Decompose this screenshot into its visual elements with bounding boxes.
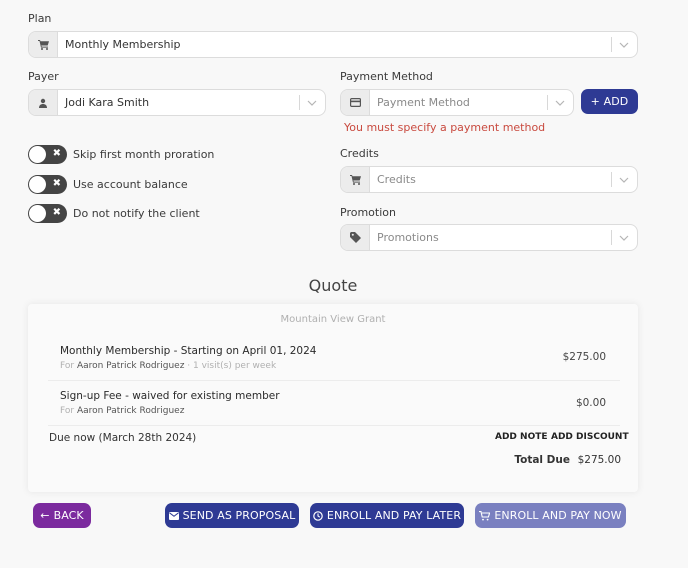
line-item-price: $275.00 xyxy=(562,351,606,363)
payment-method-error: You must specify a payment method xyxy=(344,121,546,134)
payment-method-label: Payment Method xyxy=(340,70,433,83)
quote-line-item: Sign-up Fee - waived for existing member… xyxy=(48,389,620,425)
cart-icon xyxy=(29,32,58,57)
total-due-label: Total Due xyxy=(514,454,570,466)
quote-title: Quote xyxy=(308,276,358,295)
divider xyxy=(48,380,620,381)
chevron-down-icon[interactable] xyxy=(619,177,637,183)
plan-select[interactable]: Monthly Membership xyxy=(28,31,638,58)
line-item-subtitle: For Aaron Patrick Rodriguez xyxy=(60,406,184,416)
promotion-select[interactable]: Promotions xyxy=(340,224,638,251)
send-as-proposal-button[interactable]: SEND AS PROPOSAL xyxy=(165,503,299,528)
use-balance-toggle[interactable]: ✖ xyxy=(28,175,67,194)
credits-placeholder: Credits xyxy=(377,173,416,186)
credits-select[interactable]: Credits xyxy=(340,166,638,193)
add-note-button[interactable]: ADD NOTE xyxy=(495,432,548,442)
payment-method-placeholder: Payment Method xyxy=(377,96,470,109)
toggle-label: Use account balance xyxy=(73,178,188,191)
select-separator xyxy=(299,95,300,110)
line-item-price: $0.00 xyxy=(575,397,606,409)
toggle-label: Do not notify the client xyxy=(73,207,200,220)
line-item-title: Sign-up Fee - waived for existing member xyxy=(60,390,280,402)
member-name: Aaron Patrick Rodriguez xyxy=(76,406,185,416)
select-separator xyxy=(611,230,612,245)
line-item-title: Monthly Membership - Starting on April 0… xyxy=(60,345,317,357)
tag-icon xyxy=(341,225,370,250)
quote-location: Mountain View Grant xyxy=(280,314,386,325)
chevron-down-icon[interactable] xyxy=(619,235,637,241)
toggle-knob xyxy=(29,146,46,163)
enroll-pay-later-label: ENROLL AND PAY LATER xyxy=(326,509,462,522)
total-due-value: $275.00 xyxy=(577,454,621,466)
add-discount-button[interactable]: ADD DISCOUNT xyxy=(551,432,629,442)
toggle-row-no-notify: ✖ Do not notify the client xyxy=(28,204,200,223)
payer-value: Jodi Kara Smith xyxy=(65,96,150,109)
user-icon xyxy=(29,90,58,115)
credits-label: Credits xyxy=(340,147,379,160)
promotion-placeholder: Promotions xyxy=(377,231,439,244)
toggle-knob xyxy=(29,205,46,222)
enroll-pay-now-label: ENROLL AND PAY NOW xyxy=(494,509,622,522)
plan-value: Monthly Membership xyxy=(65,38,181,51)
toggle-label: Skip first month proration xyxy=(73,148,215,161)
clock-icon xyxy=(313,510,323,521)
line-item-detail: · 1 visit(s) per week xyxy=(184,361,277,371)
enroll-pay-later-button[interactable]: ENROLL AND PAY LATER xyxy=(310,503,464,528)
quote-line-item: Monthly Membership - Starting on April 0… xyxy=(48,344,620,380)
select-separator xyxy=(547,95,548,110)
due-now-label: Due now (March 28th 2024) xyxy=(49,432,197,444)
promotion-label: Promotion xyxy=(340,206,396,219)
send-proposal-label: SEND AS PROPOSAL xyxy=(182,509,296,522)
member-name: Aaron Patrick Rodriguez xyxy=(76,361,185,371)
arrow-left-icon: ← xyxy=(40,509,50,522)
for-prefix: For xyxy=(60,361,75,371)
for-prefix: For xyxy=(60,406,75,416)
close-icon: ✖ xyxy=(52,178,61,189)
back-label: BACK xyxy=(53,509,84,522)
plan-label: Plan xyxy=(28,12,52,25)
quote-card: Mountain View Grant Monthly Membership -… xyxy=(28,304,638,492)
cart-icon xyxy=(341,167,370,192)
enroll-pay-now-button[interactable]: ENROLL AND PAY NOW xyxy=(475,503,626,528)
back-button[interactable]: ← BACK xyxy=(33,503,91,528)
chevron-down-icon[interactable] xyxy=(555,100,573,106)
toggle-row-skip-proration: ✖ Skip first month proration xyxy=(28,145,214,164)
credit-card-icon xyxy=(341,90,370,115)
payer-select[interactable]: Jodi Kara Smith xyxy=(28,89,326,116)
close-icon: ✖ xyxy=(52,207,61,218)
payer-label: Payer xyxy=(28,70,59,83)
toggle-row-use-balance: ✖ Use account balance xyxy=(28,175,188,194)
skip-proration-toggle[interactable]: ✖ xyxy=(28,145,67,164)
payment-method-select[interactable]: Payment Method xyxy=(340,89,574,116)
cart-icon xyxy=(479,510,491,521)
no-notify-toggle[interactable]: ✖ xyxy=(28,204,67,223)
close-icon: ✖ xyxy=(52,148,61,159)
chevron-down-icon[interactable] xyxy=(307,100,325,106)
select-separator xyxy=(611,172,612,187)
line-item-subtitle: For Aaron Patrick Rodriguez · 1 visit(s)… xyxy=(60,361,276,371)
divider xyxy=(48,425,620,426)
add-payment-method-button[interactable]: + ADD xyxy=(581,89,638,114)
select-separator xyxy=(611,37,612,52)
chevron-down-icon[interactable] xyxy=(619,42,637,48)
toggle-knob xyxy=(29,176,46,193)
envelope-icon xyxy=(168,511,179,520)
